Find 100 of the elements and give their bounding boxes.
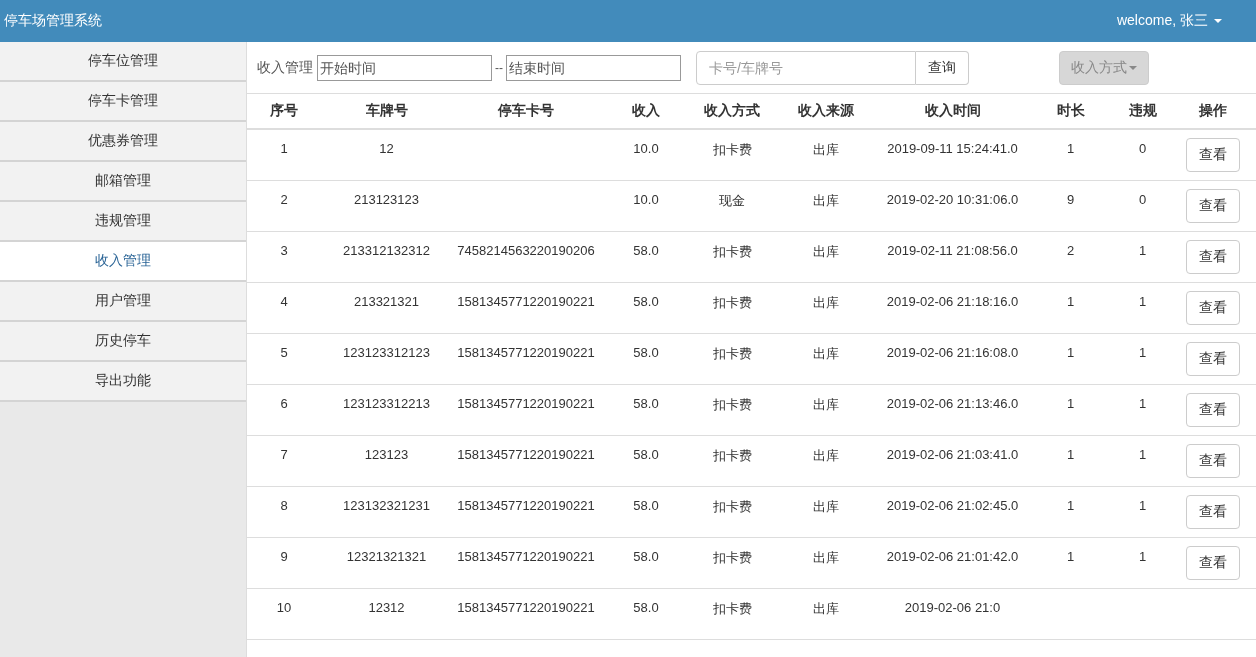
- column-header: 违规: [1127, 102, 1158, 120]
- table-cell-text: 0: [1137, 191, 1148, 209]
- view-button[interactable]: 查看: [1186, 495, 1240, 529]
- app-title: 停车场管理系统: [4, 12, 102, 30]
- table-cell-text: 7: [279, 446, 289, 464]
- table-cell-text: 2019-02-06 21:13:46.0: [885, 395, 1020, 413]
- table-cell-text: 1581345771220190221: [456, 599, 596, 617]
- user-menu[interactable]: welcome, 张三: [1116, 12, 1222, 30]
- table-cell-text: 扣卡费: [711, 345, 753, 363]
- table-cell-text: 出库: [811, 549, 840, 567]
- table-cell-text: 2019-02-06 21:0: [903, 599, 1002, 617]
- end-time-field[interactable]: 结束时间: [506, 54, 681, 81]
- sidebar-item[interactable]: 停车位管理: [0, 42, 246, 82]
- table-cell-text: 2019-02-06 21:03:41.0: [885, 446, 1020, 464]
- table-cell-text: 1: [1065, 395, 1076, 413]
- table-cell-text: 2019-02-06 21:02:45.0: [885, 497, 1020, 515]
- table-cell-text: 2019-02-06 21:16:08.0: [885, 344, 1020, 362]
- table-cell-text: 扣卡费: [711, 498, 753, 516]
- table-cell-text: 1: [1137, 293, 1148, 311]
- sidebar-item[interactable]: 违规管理: [0, 202, 246, 242]
- filter-label: 收入管理: [257, 58, 313, 77]
- column-header: 停车卡号: [497, 102, 555, 120]
- table-cell-text: 8: [279, 497, 289, 515]
- sidebar-item[interactable]: 用户管理: [0, 282, 246, 322]
- table-cell-text: 123132321231: [342, 497, 431, 515]
- start-time-field[interactable]: 开始时间: [317, 54, 492, 81]
- table-cell-text: 58.0: [632, 497, 660, 515]
- view-button[interactable]: 查看: [1186, 138, 1240, 172]
- sidebar-item[interactable]: 邮箱管理: [0, 162, 246, 202]
- table-cell-text: 12: [378, 140, 395, 158]
- table-cell-text: 1: [1137, 395, 1148, 413]
- view-button[interactable]: 查看: [1186, 546, 1240, 580]
- view-button[interactable]: 查看: [1186, 393, 1240, 427]
- table-cell-text: 出库: [811, 294, 840, 312]
- table-cell-text: 3: [279, 242, 289, 260]
- sidebar-item[interactable]: 历史停车: [0, 322, 246, 362]
- table-cell-text: 1: [1137, 446, 1148, 464]
- caret-icon: [1214, 19, 1222, 23]
- column-header: 收入方式: [703, 102, 761, 120]
- caret-icon: [1129, 65, 1137, 70]
- table-cell-text: 10.0: [632, 191, 660, 209]
- view-button[interactable]: 查看: [1186, 291, 1240, 325]
- table-cell-text: 出库: [811, 141, 840, 159]
- table-cell-text: 扣卡费: [711, 396, 753, 414]
- column-header: 收入: [631, 102, 661, 120]
- table-cell-text: 12312: [367, 599, 406, 617]
- table-cell-text: 现金: [718, 192, 746, 210]
- table-cell-text: 58.0: [632, 599, 660, 617]
- table-cell-text: 出库: [811, 447, 840, 465]
- table-cell-text: 58.0: [632, 293, 660, 311]
- table-cell-text: 1: [1137, 344, 1148, 362]
- table-cell-text: 1: [1065, 446, 1076, 464]
- table-cell-text: 6: [279, 395, 289, 413]
- table-cell-text: 58.0: [632, 395, 660, 413]
- table-cell-text: 出库: [811, 600, 840, 618]
- table-cell-text: 7458214563220190206: [456, 242, 596, 260]
- table-cell-text: 出库: [811, 243, 840, 261]
- table-cell-text: 58.0: [632, 242, 660, 260]
- table-cell-text: 扣卡费: [711, 243, 753, 261]
- table-cell-text: 扣卡费: [711, 141, 753, 159]
- table-cell-text: 1581345771220190221: [456, 548, 596, 566]
- table-cell-text: 出库: [811, 192, 840, 210]
- table-cell-text: 1: [1065, 548, 1076, 566]
- table-cell-text: 58.0: [632, 446, 660, 464]
- view-button[interactable]: 查看: [1186, 444, 1240, 478]
- table-cell-text: 213123123: [352, 191, 421, 209]
- sidebar-item[interactable]: 导出功能: [0, 362, 246, 402]
- table-cell-text: 出库: [811, 396, 840, 414]
- table-cell-text: 1581345771220190221: [456, 497, 596, 515]
- view-button[interactable]: 查看: [1186, 189, 1240, 223]
- table-cell-text: 1: [1065, 293, 1076, 311]
- table-cell-text: 扣卡费: [711, 294, 753, 312]
- table-cell-text: 10.0: [632, 140, 660, 158]
- sidebar-item[interactable]: 停车卡管理: [0, 82, 246, 122]
- search-field[interactable]: 卡号/车牌号: [696, 50, 916, 85]
- sidebar-item[interactable]: 收入管理: [0, 242, 246, 282]
- table-cell-text: 1: [1137, 242, 1148, 260]
- table-cell-text: 1: [1065, 497, 1076, 515]
- column-header: 收入时间: [923, 102, 982, 120]
- search-button[interactable]: 查询: [916, 50, 969, 85]
- column-header: 收入来源: [796, 102, 855, 120]
- table-cell-text: 1: [279, 140, 289, 158]
- table-cell-text: 2019-02-06 21:18:16.0: [885, 293, 1020, 311]
- table-cell-text: 2019-02-11 21:08:56.0: [886, 242, 1019, 260]
- table-cell-text: 123123: [363, 446, 410, 464]
- table-cell-text: 2019-02-20 10:31:06.0: [885, 191, 1020, 209]
- table-cell-text: 9: [1065, 191, 1076, 209]
- table-cell-text: 213312132312: [342, 242, 431, 260]
- view-button[interactable]: 查看: [1186, 240, 1240, 274]
- table-cell-text: 58.0: [632, 344, 660, 362]
- view-button[interactable]: 查看: [1186, 342, 1240, 376]
- table-cell-text: 2019-09-11 15:24:41.0: [886, 140, 1019, 158]
- range-separator: --: [495, 60, 503, 75]
- sidebar-item[interactable]: 优惠券管理: [0, 122, 246, 162]
- table-cell-text: 9: [279, 548, 289, 566]
- table-cell-text: 1: [1065, 344, 1076, 362]
- table-cell-text: 1: [1137, 548, 1148, 566]
- table-cell-text: 4: [279, 293, 289, 311]
- table-cell-text: 1581345771220190221: [456, 344, 596, 362]
- table-cell-text: 扣卡费: [711, 447, 753, 465]
